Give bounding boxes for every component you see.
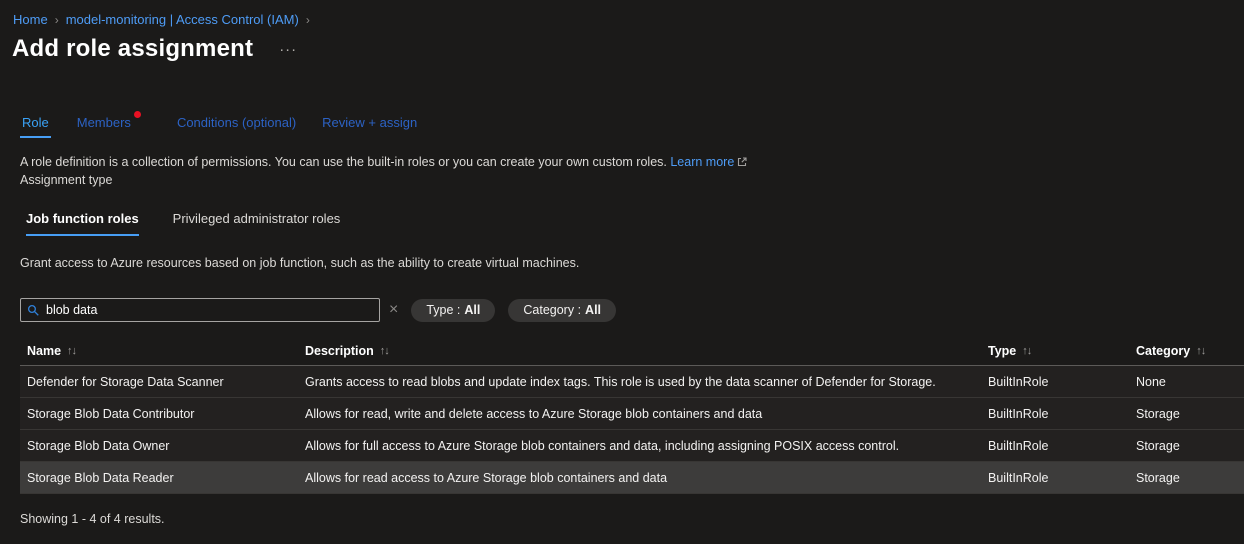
role-type: BuiltInRole (988, 471, 1136, 485)
column-header-name[interactable]: Name ↑↓ (20, 344, 305, 358)
wizard-tabs: Role Members Conditions (optional) Revie… (20, 115, 1244, 138)
role-category: Storage (1136, 439, 1244, 453)
role-name: Storage Blob Data Contributor (20, 407, 305, 421)
role-type: BuiltInRole (988, 375, 1136, 389)
role-type: BuiltInRole (988, 439, 1136, 453)
role-category: None (1136, 375, 1244, 389)
search-input[interactable] (46, 303, 373, 317)
tab-members-label: Members (77, 115, 131, 130)
sort-icon: ↑↓ (67, 345, 76, 357)
category-filter-pill[interactable]: Category : All (508, 299, 616, 322)
category-filter-value: All (585, 303, 601, 317)
role-name: Defender for Storage Data Scanner (20, 375, 305, 389)
tab-role[interactable]: Role (20, 115, 51, 138)
table-row-selected[interactable]: Storage Blob Data Reader Allows for read… (20, 462, 1244, 494)
breadcrumb: Home › model-monitoring | Access Control… (0, 0, 1244, 27)
type-filter-label: Type : (426, 303, 460, 317)
description-header-label: Description (305, 344, 374, 358)
alert-dot-icon (134, 111, 141, 118)
role-category: Storage (1136, 471, 1244, 485)
role-type: BuiltInRole (988, 407, 1136, 421)
sort-icon: ↑↓ (1022, 345, 1031, 357)
role-name: Storage Blob Data Reader (20, 471, 305, 485)
tab-members[interactable]: Members (77, 115, 131, 138)
roles-table-header: Name ↑↓ Description ↑↓ Type ↑↓ Category ↑↓ (20, 336, 1244, 366)
tab-job-function-roles[interactable]: Job function roles (26, 211, 139, 236)
role-description: Allows for read, write and delete access… (305, 407, 988, 421)
table-row[interactable]: Defender for Storage Data Scanner Grants… (20, 366, 1244, 398)
type-header-label: Type (988, 344, 1016, 358)
name-header-label: Name (27, 344, 61, 358)
type-filter-pill[interactable]: Type : All (411, 299, 495, 322)
role-type-tabs: Job function roles Privileged administra… (26, 211, 1244, 236)
results-count: Showing 1 - 4 of 4 results. (20, 512, 1244, 526)
grant-access-description: Grant access to Azure resources based on… (20, 256, 1244, 270)
breadcrumb-home-link[interactable]: Home (13, 12, 48, 27)
chevron-right-icon: › (55, 13, 59, 27)
role-category: Storage (1136, 407, 1244, 421)
learn-more-label: Learn more (670, 155, 734, 169)
column-header-description[interactable]: Description ↑↓ (305, 344, 988, 358)
tab-review-assign[interactable]: Review + assign (322, 115, 417, 138)
role-description: Allows for read access to Azure Storage … (305, 471, 988, 485)
tab-conditions[interactable]: Conditions (optional) (177, 115, 296, 138)
breadcrumb-resource-link[interactable]: model-monitoring | Access Control (IAM) (66, 12, 299, 27)
tab-privileged-admin-roles[interactable]: Privileged administrator roles (173, 211, 341, 236)
sort-icon: ↑↓ (1196, 345, 1205, 357)
column-header-type[interactable]: Type ↑↓ (988, 344, 1136, 358)
category-filter-label: Category : (523, 303, 581, 317)
table-row[interactable]: Storage Blob Data Contributor Allows for… (20, 398, 1244, 430)
clear-search-icon[interactable]: × (389, 302, 398, 318)
chevron-right-icon: › (306, 13, 310, 27)
search-icon (27, 304, 40, 317)
role-search-box[interactable] (20, 298, 380, 322)
roles-table: Name ↑↓ Description ↑↓ Type ↑↓ Category ↑↓ D… (20, 336, 1244, 494)
table-row[interactable]: Storage Blob Data Owner Allows for full … (20, 430, 1244, 462)
role-description: Grants access to read blobs and update i… (305, 375, 988, 389)
type-filter-value: All (464, 303, 480, 317)
role-name: Storage Blob Data Owner (20, 439, 305, 453)
more-options-button[interactable]: ··· (279, 41, 297, 58)
sort-icon: ↑↓ (380, 345, 389, 357)
column-header-category[interactable]: Category ↑↓ (1136, 344, 1244, 358)
role-definition-description: A role definition is a collection of per… (20, 154, 1244, 172)
role-definition-text: A role definition is a collection of per… (20, 155, 667, 169)
category-header-label: Category (1136, 344, 1190, 358)
page-title: Add role assignment (12, 35, 253, 63)
role-description: Allows for full access to Azure Storage … (305, 439, 988, 453)
learn-more-link[interactable]: Learn more (670, 155, 747, 169)
external-link-icon (737, 155, 747, 172)
assignment-type-label: Assignment type (20, 172, 1244, 189)
